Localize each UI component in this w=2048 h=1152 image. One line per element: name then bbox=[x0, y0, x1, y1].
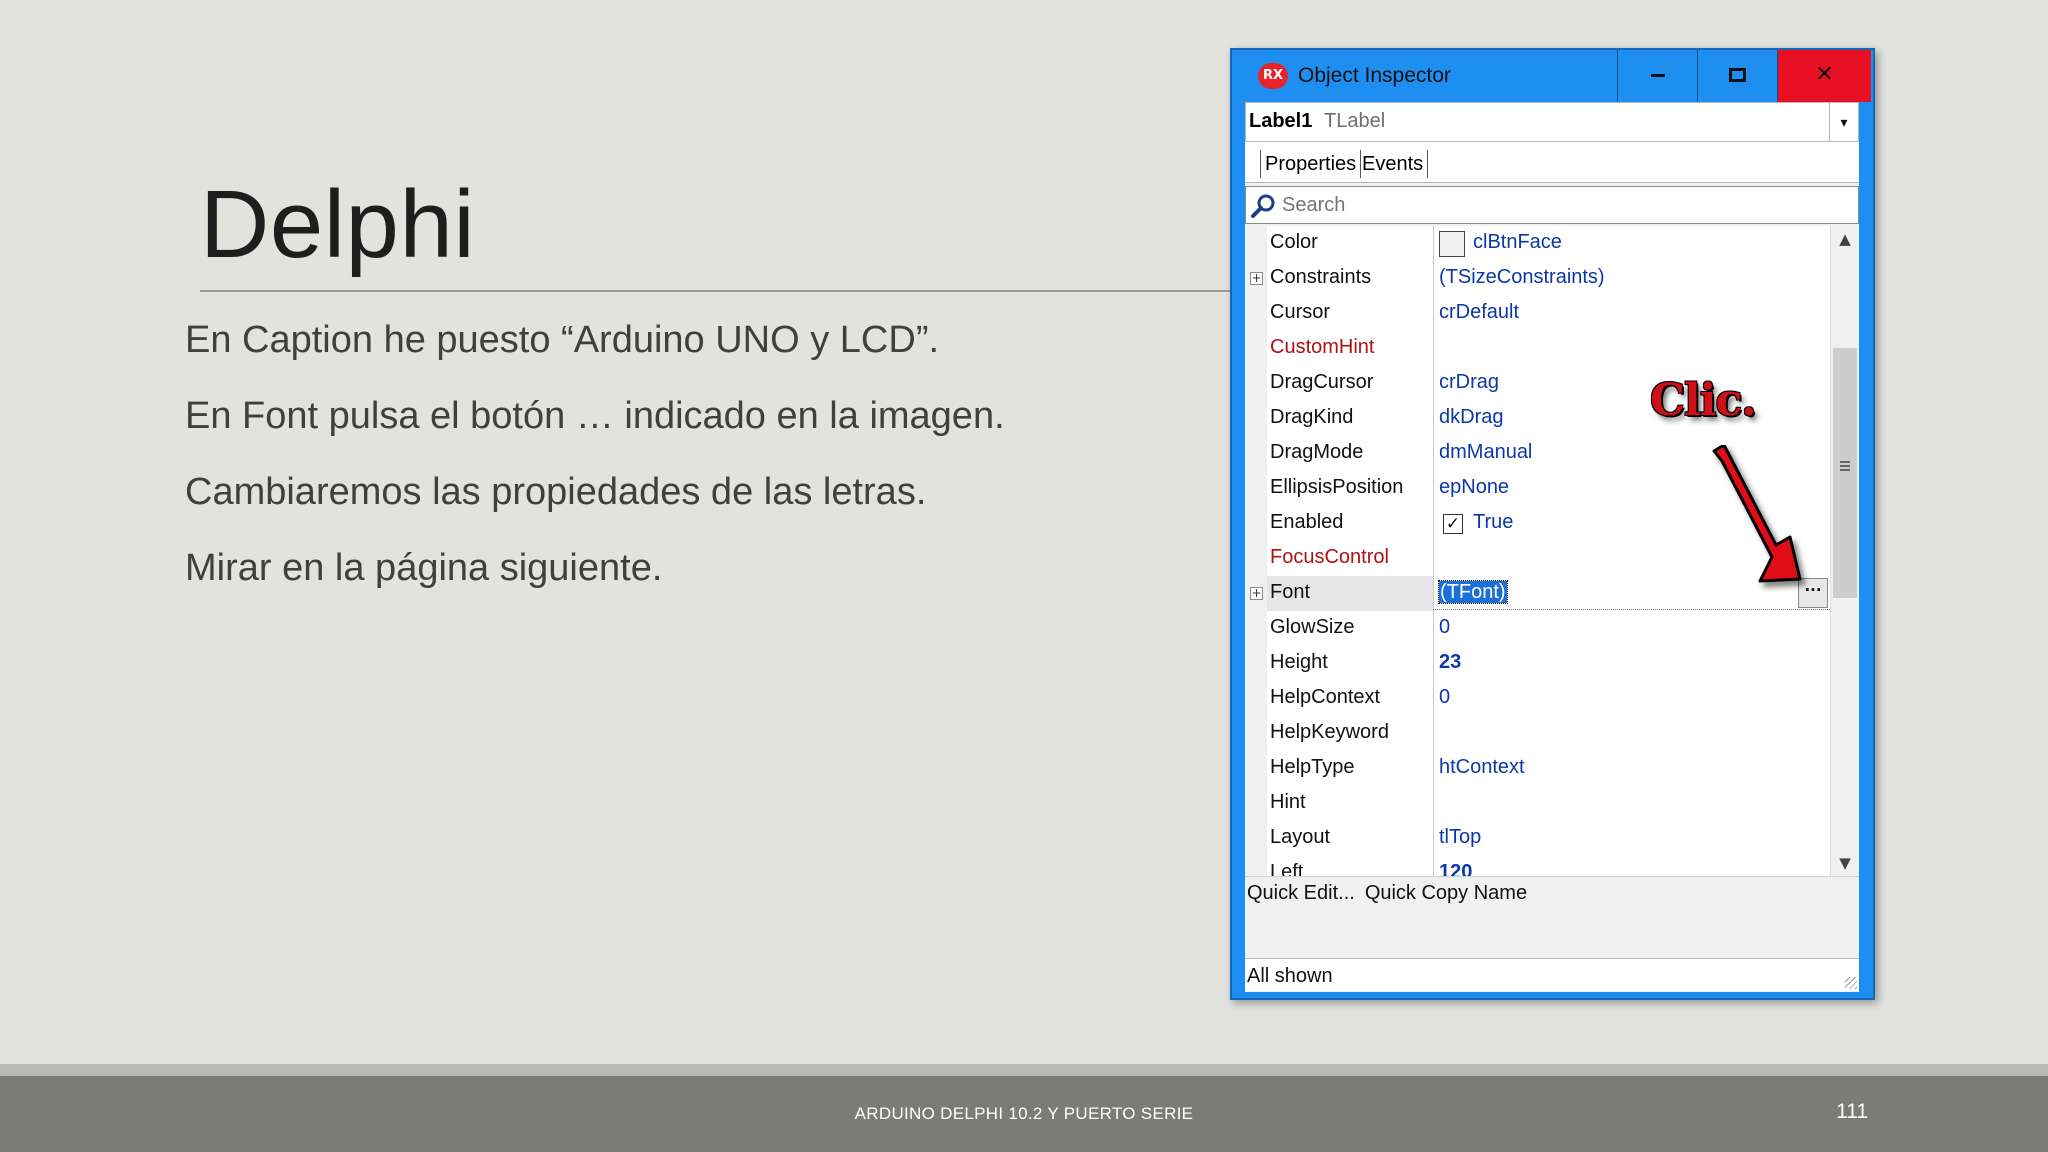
property-name: GlowSize bbox=[1270, 616, 1355, 638]
property-value: True bbox=[1473, 511, 1514, 533]
quick-copy-name-link[interactable]: Quick Copy Name bbox=[1365, 882, 1527, 904]
tab-properties[interactable]: Properties bbox=[1260, 150, 1362, 178]
divider bbox=[1245, 876, 1859, 877]
annotation-text: Clic. bbox=[1650, 375, 1757, 426]
property-name: HelpKeyword bbox=[1270, 721, 1389, 743]
clic-annotation: Clic. bbox=[1650, 375, 1757, 426]
scrollbar-thumb[interactable] bbox=[1833, 348, 1857, 598]
resize-grip-icon[interactable] bbox=[1845, 977, 1857, 989]
property-row-customhint[interactable]: CustomHint bbox=[1245, 331, 1830, 366]
property-name: Enabled bbox=[1270, 511, 1344, 533]
property-row-helpkeyword[interactable]: HelpKeyword bbox=[1245, 716, 1830, 751]
property-name: Hint bbox=[1270, 791, 1306, 813]
object-name: Label1 bbox=[1249, 110, 1313, 132]
window-title: Object Inspector bbox=[1298, 64, 1451, 87]
property-name: FocusControl bbox=[1270, 546, 1389, 568]
property-value[interactable]: 0 bbox=[1439, 686, 1450, 709]
tab-events[interactable]: Events bbox=[1358, 150, 1429, 178]
property-row-glowsize[interactable]: GlowSize 0 bbox=[1245, 611, 1830, 646]
property-value[interactable]: (TFont) bbox=[1438, 580, 1508, 604]
search-icon bbox=[1251, 194, 1275, 218]
property-name: Color bbox=[1270, 231, 1318, 253]
maximize-button[interactable] bbox=[1697, 50, 1777, 102]
property-value[interactable]: 23 bbox=[1439, 651, 1461, 674]
property-value[interactable]: epNone bbox=[1439, 476, 1509, 499]
object-type: TLabel bbox=[1324, 110, 1386, 132]
property-name: Constraints bbox=[1270, 266, 1372, 288]
property-row-color[interactable]: Color clBtnFace bbox=[1245, 226, 1830, 261]
scroll-down-icon[interactable]: ▼ bbox=[1831, 850, 1859, 876]
minimize-button[interactable] bbox=[1617, 50, 1697, 102]
search-box[interactable] bbox=[1245, 186, 1859, 224]
title-divider bbox=[200, 290, 1234, 292]
property-name: Left bbox=[1270, 861, 1304, 876]
vertical-scrollbar[interactable]: ▲ ▼ bbox=[1830, 226, 1859, 876]
property-name: Height bbox=[1270, 651, 1328, 673]
maximize-icon bbox=[1729, 68, 1746, 82]
property-value[interactable]: 120 bbox=[1439, 861, 1472, 876]
status-text: All shown bbox=[1247, 965, 1333, 987]
expand-plus-icon[interactable]: + bbox=[1250, 587, 1263, 600]
footer-text: ARDUINO DELPHI 10.2 Y PUERTO SERIE bbox=[854, 1104, 1194, 1123]
property-row-helpcontext[interactable]: HelpContext 0 bbox=[1245, 681, 1830, 716]
bullet-item: Cambiaremos las propiedades de las letra… bbox=[185, 471, 927, 513]
property-value[interactable]: clBtnFace bbox=[1473, 231, 1562, 254]
bullet-item: Mirar en la página siguiente. bbox=[185, 547, 663, 589]
property-name: HelpContext bbox=[1270, 686, 1381, 708]
property-row-cursor[interactable]: Cursor crDefault bbox=[1245, 296, 1830, 331]
property-value[interactable]: crDrag bbox=[1439, 371, 1499, 394]
property-row-hint[interactable]: Hint bbox=[1245, 786, 1830, 821]
property-row-constraints[interactable]: + Constraints (TSizeConstraints) bbox=[1245, 261, 1830, 296]
property-value[interactable]: 0 bbox=[1439, 616, 1450, 639]
inspector-tabs: Properties Events bbox=[1245, 142, 1859, 183]
search-input[interactable] bbox=[1282, 193, 1842, 217]
quick-edit-link[interactable]: Quick Edit... bbox=[1247, 882, 1355, 904]
property-name: DragCursor bbox=[1270, 371, 1374, 393]
property-row-helptype[interactable]: HelpType htContext bbox=[1245, 751, 1830, 786]
property-name: EllipsisPosition bbox=[1270, 476, 1404, 498]
quick-actions: Quick Edit... Quick Copy Name bbox=[1247, 882, 1537, 905]
property-name: Font bbox=[1270, 581, 1311, 603]
red-arrow-icon bbox=[1712, 445, 1802, 583]
property-value[interactable]: crDefault bbox=[1439, 301, 1519, 324]
enabled-checkbox[interactable]: ✓ bbox=[1443, 514, 1463, 534]
object-selector[interactable]: Label1 TLabel ▾ bbox=[1245, 102, 1859, 142]
property-name: Cursor bbox=[1270, 301, 1331, 323]
property-name: CustomHint bbox=[1270, 336, 1375, 358]
expand-plus-icon[interactable]: + bbox=[1250, 272, 1263, 285]
minimize-icon bbox=[1650, 73, 1665, 77]
close-icon: ✕ bbox=[1815, 62, 1834, 87]
close-button[interactable]: ✕ bbox=[1777, 50, 1871, 102]
page-number: 111 bbox=[1836, 1100, 1868, 1123]
property-row-layout[interactable]: Layout tlTop bbox=[1245, 821, 1830, 856]
color-swatch bbox=[1439, 231, 1465, 257]
property-value[interactable]: (TSizeConstraints) bbox=[1439, 266, 1605, 289]
bullet-item: En Caption he puesto “Arduino UNO y LCD”… bbox=[185, 319, 940, 361]
rad-studio-logo: RX bbox=[1258, 63, 1288, 89]
property-name: HelpType bbox=[1270, 756, 1355, 778]
bullet-list: En Caption he puesto “Arduino UNO y LCD”… bbox=[185, 312, 1005, 616]
chevron-down-icon[interactable]: ▾ bbox=[1829, 103, 1858, 141]
window-titlebar[interactable]: RX Object Inspector ✕ bbox=[1232, 50, 1873, 102]
property-name: DragMode bbox=[1270, 441, 1364, 463]
slide-title: Delphi bbox=[200, 171, 476, 278]
slide-footer: ARDUINO DELPHI 10.2 Y PUERTO SERIE 111 bbox=[0, 1076, 2048, 1152]
footer-stripe bbox=[0, 1064, 2048, 1076]
bullet-item: En Font pulsa el botón … indicado en la … bbox=[185, 395, 1005, 437]
property-value[interactable]: tlTop bbox=[1439, 826, 1481, 849]
scroll-up-icon[interactable]: ▲ bbox=[1831, 226, 1859, 252]
property-value[interactable]: htContext bbox=[1439, 756, 1525, 779]
property-row-left[interactable]: Left 120 bbox=[1245, 856, 1830, 876]
property-value[interactable]: dkDrag bbox=[1439, 406, 1503, 429]
property-name: Layout bbox=[1270, 826, 1331, 848]
property-name: DragKind bbox=[1270, 406, 1354, 428]
status-bar: All shown bbox=[1245, 958, 1859, 991]
property-row-height[interactable]: Height 23 bbox=[1245, 646, 1830, 681]
property-value[interactable]: dmManual bbox=[1439, 441, 1532, 464]
